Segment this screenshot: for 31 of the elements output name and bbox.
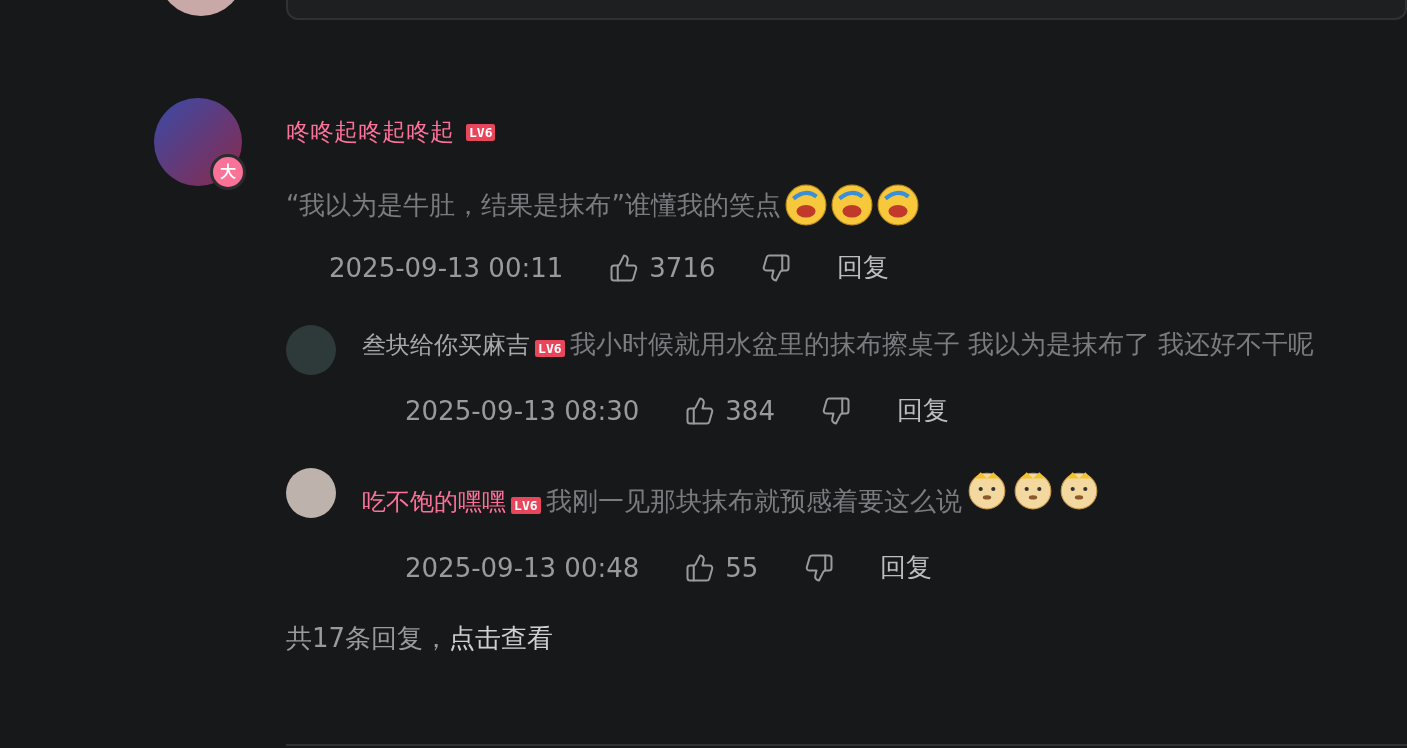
laughing-emoji-icon	[830, 184, 873, 226]
username[interactable]: 吃不饱的嘿嘿	[362, 488, 506, 516]
avatar[interactable]	[286, 468, 336, 518]
thumbs-down-icon[interactable]	[820, 395, 851, 426]
thumbs-up-icon[interactable]	[685, 552, 716, 583]
reply-text: 我小时候就用水盆里的抹布擦桌子 我以为是抹布了 我还好不干呢	[569, 329, 1315, 359]
reply-count-text: 共17条回复，	[286, 622, 450, 655]
comment-time: 2025-09-13 00:11	[329, 252, 564, 283]
reply-button[interactable]: 回复	[837, 250, 890, 285]
like-count: 384	[725, 395, 775, 426]
comment-time: 2025-09-13 00:48	[405, 552, 640, 583]
laughing-emoji-icon	[876, 184, 919, 226]
level-badge: LV6	[466, 123, 496, 141]
reply-text: 我刚一见那块抹布就预感着要这么说	[545, 486, 962, 516]
reply-button[interactable]: 回复	[896, 393, 949, 428]
thumbs-down-icon[interactable]	[804, 552, 835, 583]
thumbs-down-icon[interactable]	[761, 252, 792, 283]
comment-text: “我以为是牛肚，结果是抹布”谁懂我的笑点	[286, 189, 781, 222]
reply-button[interactable]: 回复	[880, 550, 933, 585]
username[interactable]: 咚咚起咚起咚起	[286, 116, 454, 148]
like-count: 55	[725, 552, 759, 583]
avatar-badge: 大	[210, 154, 246, 190]
like-count: 3716	[649, 252, 716, 283]
laughing-emoji-icon	[784, 184, 827, 226]
username[interactable]: 叁块给你买麻吉	[362, 331, 530, 359]
level-badge: LV6	[535, 340, 565, 357]
thumbs-up-icon[interactable]	[685, 395, 716, 426]
view-replies-link[interactable]: 点击查看	[449, 621, 554, 656]
comment-time: 2025-09-13 08:30	[405, 395, 640, 426]
thumbs-up-icon[interactable]	[609, 252, 640, 283]
level-badge: LV6	[511, 497, 541, 514]
